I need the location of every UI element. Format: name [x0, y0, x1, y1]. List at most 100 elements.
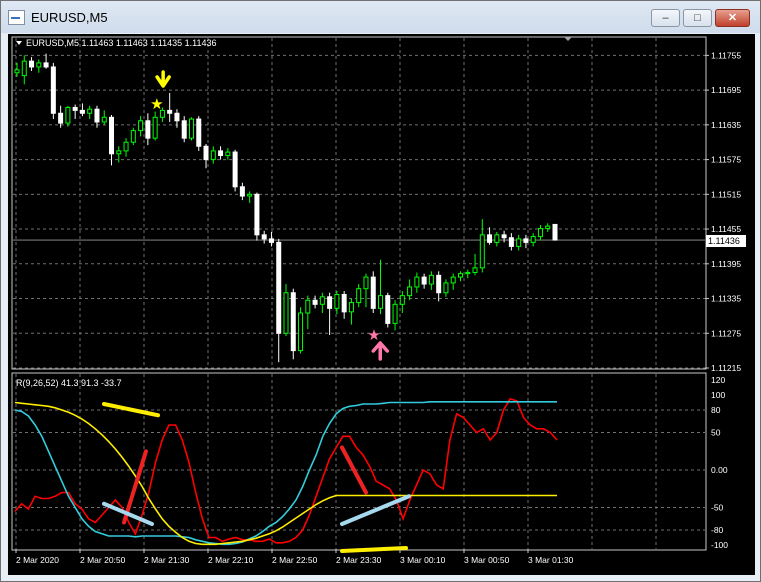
candle-body [414, 276, 420, 288]
chart-svg[interactable]: ★ ★ 1.11755 1.11695 1.11635 1.11575 1.11515 1.… [8, 34, 755, 575]
title-bar[interactable]: EURUSD,M5 – □ ✕ [1, 1, 760, 33]
candle [283, 284, 289, 337]
candle-body [457, 273, 463, 278]
indicator-scale-label: -50 [711, 503, 724, 513]
candle [145, 113, 151, 146]
candle-body [530, 236, 536, 243]
candle-body [268, 238, 274, 243]
candle [29, 57, 35, 71]
candle [545, 223, 551, 232]
candle-body [218, 150, 224, 157]
candle [196, 116, 202, 151]
price-label: 1.11515 [711, 189, 741, 199]
candle-body [298, 312, 304, 352]
candle-body [196, 118, 202, 147]
indicator-scale-label: 50 [711, 428, 721, 438]
minimize-button[interactable]: – [651, 9, 680, 27]
candle-body [392, 303, 398, 324]
candle [167, 93, 173, 122]
candle [232, 149, 238, 192]
chart-area[interactable]: ★ ★ 1.11755 1.11695 1.11635 1.11575 1.11515 1.… [8, 34, 755, 575]
candle [79, 103, 85, 117]
minimize-icon: – [662, 12, 669, 24]
sell-arrow-icon [155, 70, 171, 88]
time-label: 2 Mar 22:10 [208, 555, 254, 565]
candle [152, 111, 158, 141]
buy-star-icon: ★ [367, 326, 380, 344]
candle [21, 55, 27, 85]
candle-body [370, 276, 376, 309]
indicator-border [11, 372, 707, 551]
maximize-icon: □ [694, 12, 701, 24]
candle [87, 105, 93, 120]
candle [305, 295, 311, 330]
candle-body [348, 302, 354, 313]
candle [130, 127, 136, 146]
close-icon: ✕ [727, 12, 738, 24]
candle [43, 53, 49, 69]
annotation-stroke [340, 494, 411, 526]
price-label: 1.11755 [711, 50, 741, 60]
time-label: 2 Mar 21:30 [144, 555, 190, 565]
candle [428, 271, 434, 290]
chart-menu-icon[interactable] [16, 41, 22, 45]
maximize-button[interactable]: □ [683, 9, 712, 27]
candle [268, 231, 274, 247]
candle-body [43, 62, 49, 68]
candle-body [261, 234, 267, 240]
candle-body [225, 151, 231, 157]
close-button[interactable]: ✕ [715, 9, 750, 27]
candle [188, 117, 194, 141]
candle [479, 219, 485, 273]
candle [450, 273, 456, 290]
window-title: EURUSD,M5 [31, 10, 108, 25]
candle-body [341, 293, 347, 313]
time-label: 2 Mar 23:30 [336, 555, 382, 565]
candle-body [181, 120, 187, 139]
candle-body [87, 108, 93, 114]
candle [472, 253, 478, 276]
candle [50, 62, 56, 120]
time-label: 2 Mar 22:50 [272, 555, 318, 565]
candle-body [428, 274, 434, 285]
candle [101, 110, 107, 125]
candle [494, 231, 500, 247]
annotations [102, 402, 411, 553]
candle [443, 279, 449, 297]
candle-body [385, 295, 391, 324]
time-label: 3 Mar 00:10 [400, 555, 446, 565]
price-label: 1.11275 [711, 328, 741, 338]
indicator-line-slow [14, 401, 557, 546]
shift-marker-icon[interactable] [564, 37, 572, 41]
indicator-scale-label: 0.00 [711, 465, 728, 475]
candle [109, 115, 115, 166]
candle-body [319, 296, 325, 305]
candle-body [94, 108, 100, 123]
candle [36, 59, 42, 73]
candle-body [29, 60, 35, 68]
candle [399, 291, 405, 313]
candle-body [210, 150, 216, 161]
candle [436, 271, 442, 302]
candle [457, 271, 463, 282]
candle [392, 300, 398, 331]
candle-body [479, 234, 485, 269]
candle-body [472, 267, 478, 273]
candle-body [72, 106, 78, 111]
candle [65, 105, 71, 127]
time-label: 2 Mar 20:50 [80, 555, 126, 565]
candle-body [545, 225, 551, 229]
candle [210, 146, 216, 164]
candle-body [283, 292, 289, 334]
candle [552, 223, 558, 241]
candle-body [203, 145, 209, 161]
candle [276, 238, 282, 363]
candle-body [239, 186, 245, 197]
candle-body [123, 141, 129, 152]
candle-body [145, 120, 151, 139]
candle [537, 225, 543, 241]
candle-body [305, 299, 311, 314]
candle [516, 234, 522, 251]
annotation-stroke [102, 402, 160, 418]
candle-body [494, 234, 500, 243]
